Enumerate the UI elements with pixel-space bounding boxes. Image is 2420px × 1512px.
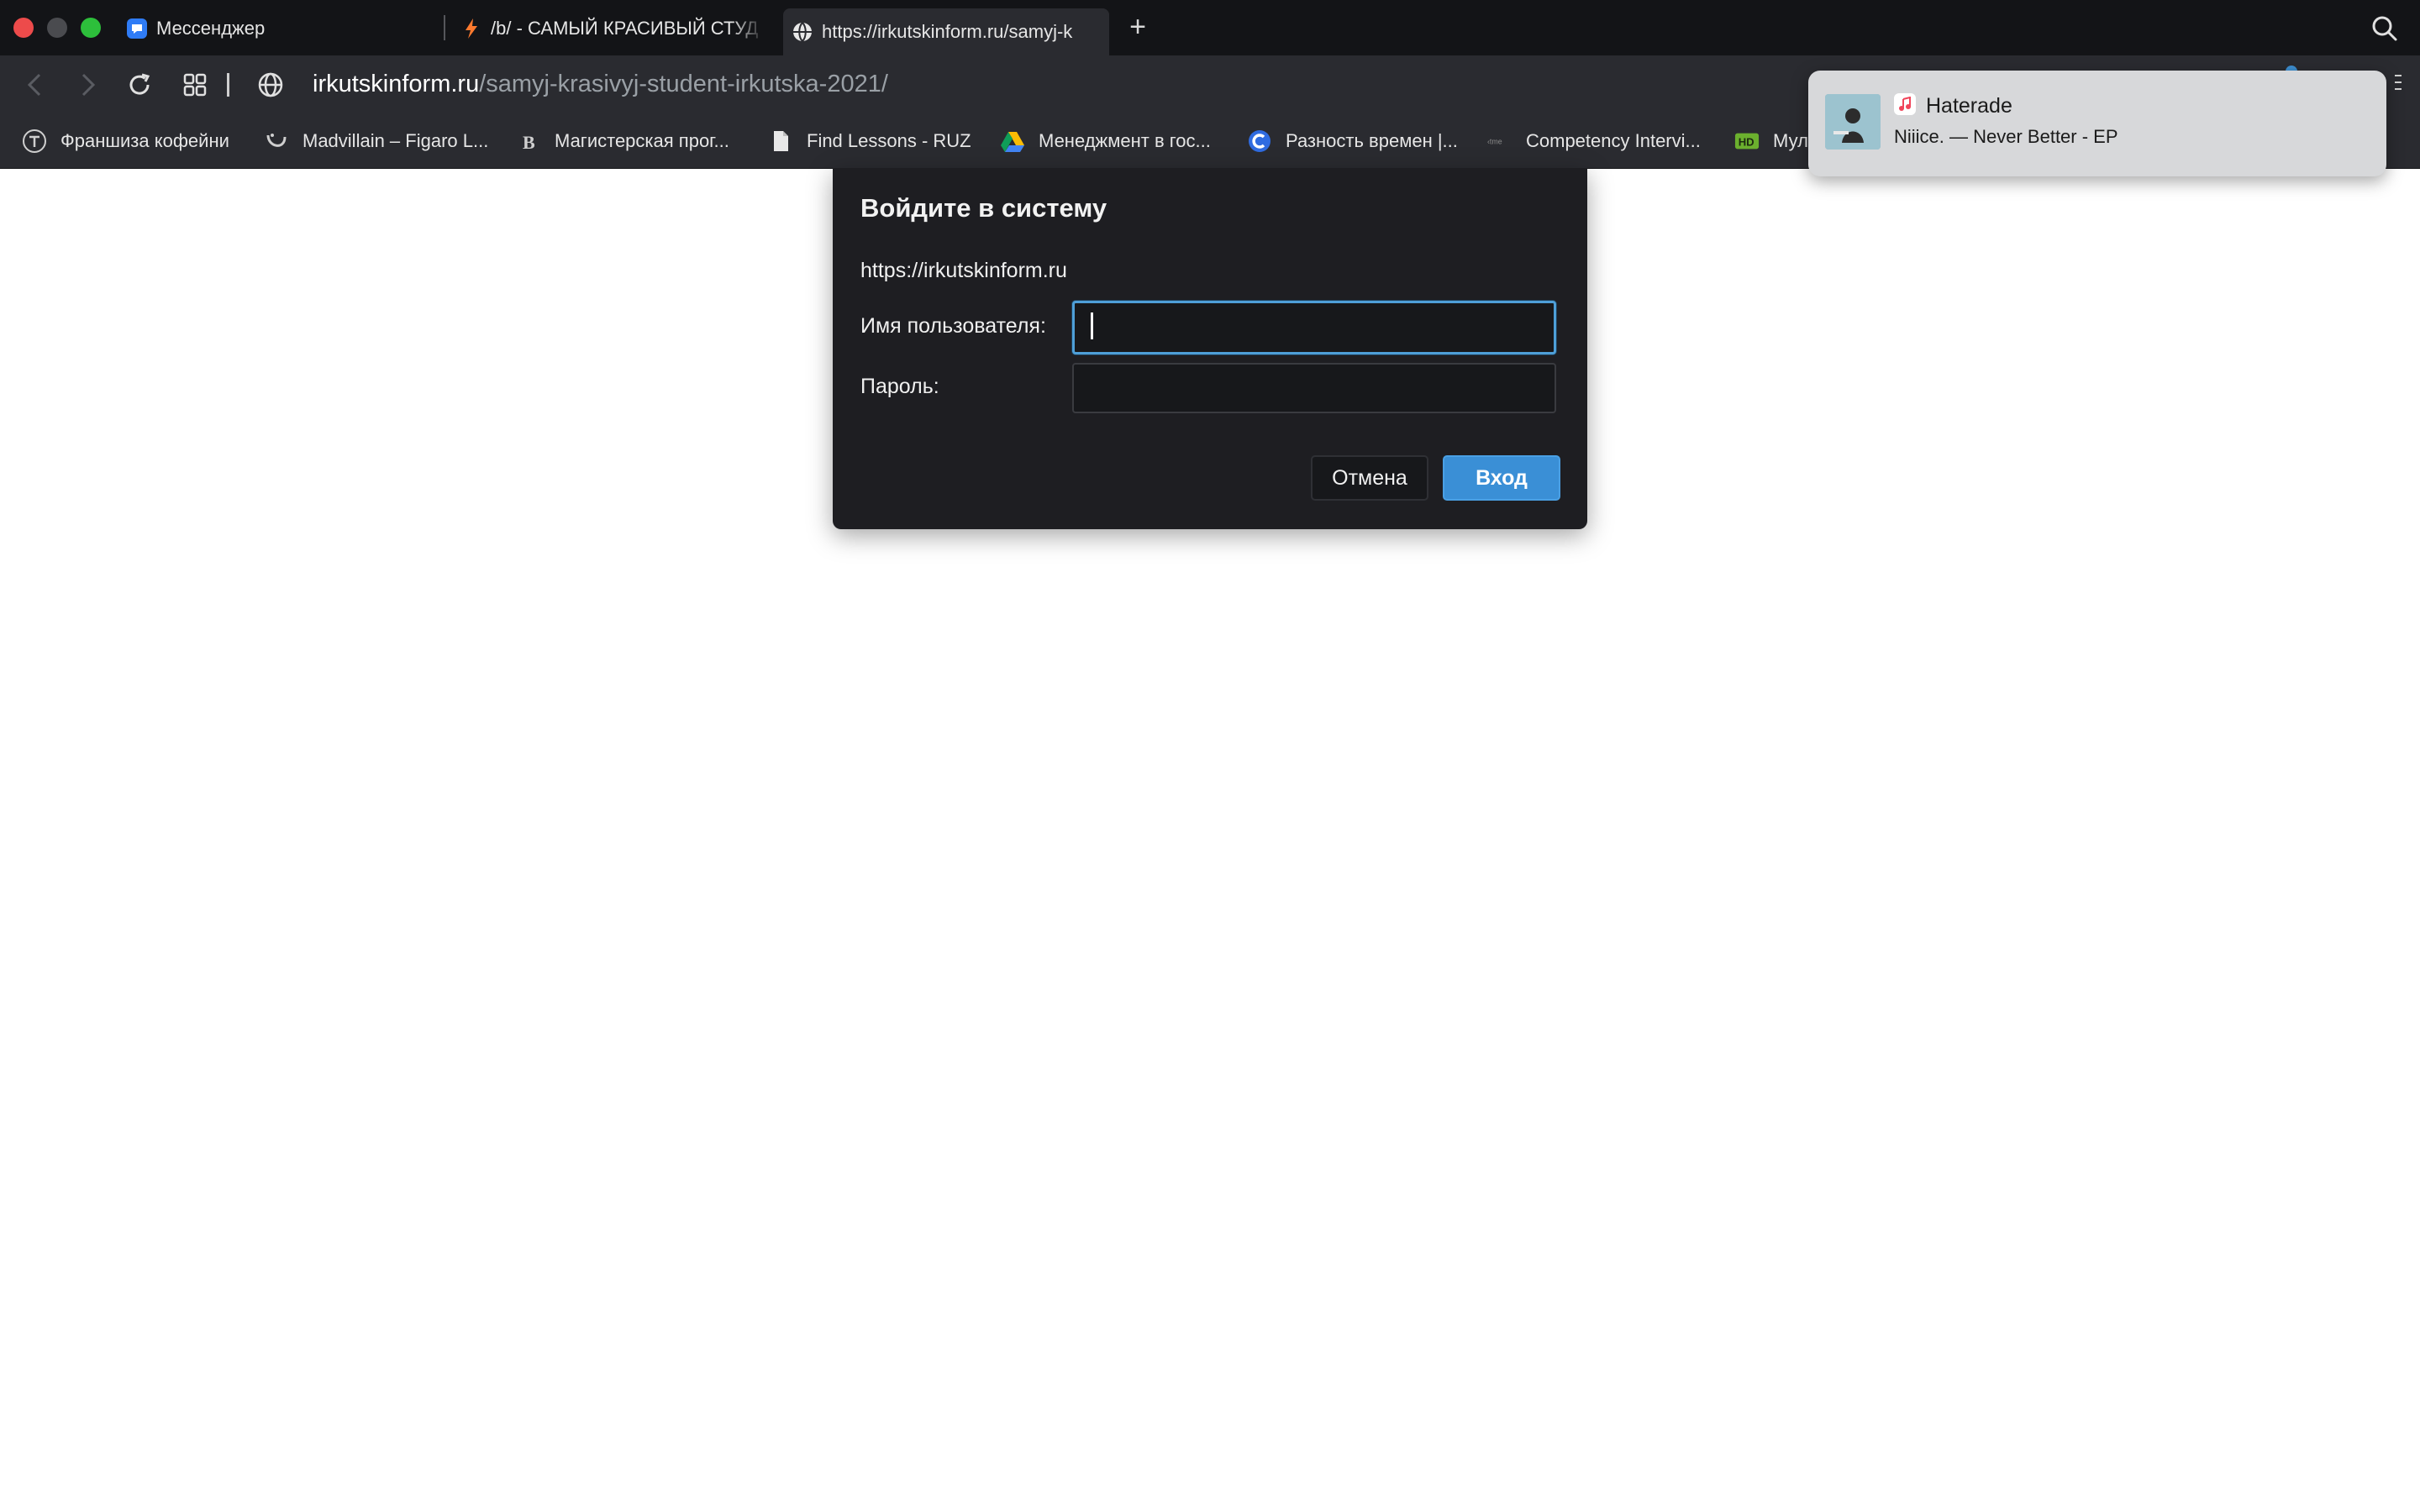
bookmark-item[interactable]: HD Мул — [1734, 126, 1808, 156]
drive-icon — [1000, 129, 1025, 154]
music-note-icon — [1894, 93, 1916, 115]
reload-button[interactable] — [124, 70, 155, 100]
site-info-globe-icon[interactable] — [255, 70, 286, 100]
bookmark-item[interactable]: B Магистерская прог... — [516, 126, 729, 156]
forward-button[interactable] — [72, 70, 103, 100]
address-bar[interactable]: irkutskinform.ru/samyj-krasivyj-student-… — [313, 71, 888, 98]
username-label: Имя пользователя: — [860, 314, 1046, 338]
dialog-site-url: https://irkutskinform.ru — [860, 259, 1067, 282]
text-caret — [1091, 312, 1093, 339]
url-host: irkutskinform.ru — [313, 71, 480, 97]
password-input[interactable] — [1072, 363, 1556, 413]
menu-icon[interactable] — [2386, 72, 2403, 92]
login-dialog: Войдите в систему https://irkutskinform.… — [833, 168, 1587, 529]
hd-icon: HD — [1734, 129, 1760, 154]
bookmark-item[interactable]: ‹tme Competency Intervi... — [1487, 126, 1701, 156]
lightning-icon — [460, 18, 482, 39]
username-input[interactable] — [1072, 301, 1556, 354]
globe-icon — [792, 21, 813, 43]
bookmark-item[interactable]: Find Lessons - RUZ — [768, 126, 971, 156]
password-label: Пароль: — [860, 375, 939, 398]
maximize-window-button[interactable] — [81, 18, 101, 38]
hse-icon: B — [516, 129, 541, 154]
tab-messenger[interactable]: Мессенджер — [126, 7, 437, 50]
notification-title: Haterade — [1926, 94, 2012, 118]
back-button[interactable] — [20, 70, 50, 100]
new-tab-button[interactable]: + — [1123, 12, 1153, 42]
messenger-icon — [126, 18, 148, 39]
close-window-button[interactable] — [13, 18, 34, 38]
tab-irkutskinform[interactable]: https://irkutskinform.ru/samyj-k — [783, 8, 1109, 55]
c-logo-icon — [1247, 129, 1272, 154]
madvillain-icon — [264, 129, 289, 154]
album-art-icon — [1825, 94, 1881, 150]
minimize-window-button[interactable] — [47, 18, 67, 38]
dialog-title: Войдите в систему — [860, 193, 1107, 223]
bookmark-item[interactable]: Менеджмент в гос... — [1000, 126, 1211, 156]
notification-subtitle: Niiice. — Never Better - EP — [1894, 126, 2118, 147]
t-circle-icon — [22, 129, 47, 154]
tme-icon: ‹tme — [1487, 129, 1512, 154]
cancel-button[interactable]: Отмена — [1311, 455, 1428, 501]
document-icon — [768, 129, 793, 154]
tab-search-icon[interactable] — [2371, 15, 2398, 42]
svg-text:HD: HD — [1739, 136, 1754, 149]
tab-grid-icon[interactable] — [180, 70, 210, 100]
tab-label: https://irkutskinform.ru/samyj-k — [822, 21, 1073, 42]
toolbar-divider — [227, 73, 229, 97]
url-path: /samyj-krasivyj-student-irkutska-2021/ — [479, 71, 888, 97]
tab-strip: Мессенджер /b/ - САМЫЙ КРАСИВЫЙ СТУД htt… — [0, 0, 2420, 55]
tab-label: /b/ - САМЫЙ КРАСИВЫЙ СТУД — [491, 18, 759, 39]
bookmark-item[interactable]: Франшиза кофейни — [22, 126, 229, 156]
bookmark-item[interactable]: Разность времен |... — [1247, 126, 1458, 156]
svg-text:‹tme: ‹tme — [1487, 138, 1502, 146]
bookmark-item[interactable]: Madvillain – Figaro L... — [264, 126, 488, 156]
tab-divider — [444, 15, 445, 40]
music-notification[interactable]: Haterade Niiice. — Never Better - EP — [1808, 71, 2386, 176]
tab-board[interactable]: /b/ - САМЫЙ КРАСИВЫЙ СТУД — [460, 7, 765, 50]
svg-text:B: B — [523, 132, 535, 153]
tab-label: Мессенджер — [156, 18, 266, 39]
login-button[interactable]: Вход — [1443, 455, 1560, 501]
